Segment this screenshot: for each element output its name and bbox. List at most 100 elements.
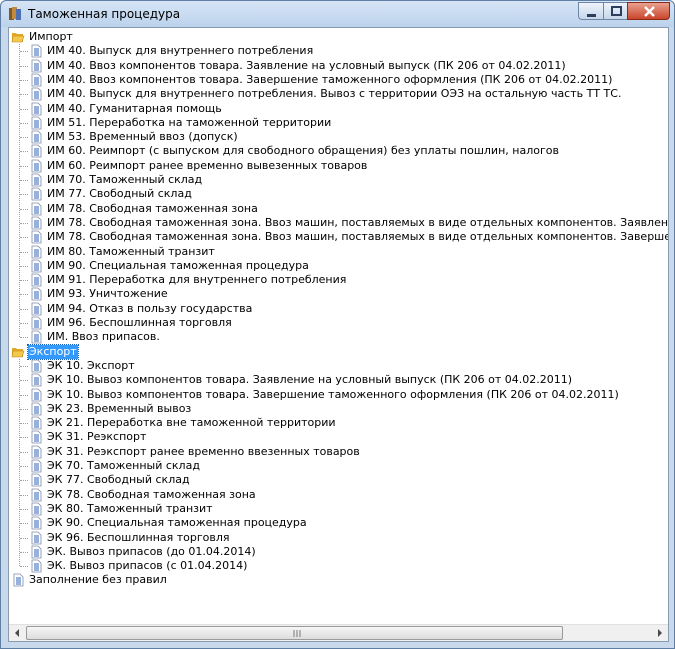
document-icon: [29, 445, 43, 459]
maximize-button[interactable]: [603, 2, 628, 20]
document-icon: [29, 531, 43, 545]
tree-item[interactable]: ЭК 10. Вывоз компонентов товара. Заявлен…: [9, 373, 668, 387]
tree-item[interactable]: ИМ 78. Свободная таможенная зона: [9, 202, 668, 216]
tree-item[interactable]: ЭК 70. Таможенный склад: [9, 459, 668, 473]
tree-item[interactable]: ИМ 91. Переработка для внутреннего потре…: [9, 273, 668, 287]
tree-connector-line: [20, 94, 28, 96]
document-icon: [29, 459, 43, 473]
folder-open-icon: [11, 30, 25, 44]
tree-connector-line: [20, 137, 28, 139]
tree-item[interactable]: ЭК 77. Свободный склад: [9, 473, 668, 487]
document-icon: [29, 502, 43, 516]
tree-item[interactable]: ИМ 40. Гуманитарная помощь: [9, 102, 668, 116]
tree-item[interactable]: ЭК 21. Переработка вне таможенной террит…: [9, 416, 668, 430]
tree-node-label: ЭК 78. Свободная таможенная зона: [47, 487, 256, 501]
tree-item[interactable]: ЭК 96. Беспошлинная торговля: [9, 531, 668, 545]
close-button[interactable]: [627, 2, 670, 20]
tree-node-label: ИМ 60. Реимпорт (с выпуском для свободно…: [47, 144, 559, 158]
tree-item[interactable]: ЭК 90. Специальная таможенная процедура: [9, 516, 668, 530]
tree-node-label: ЭК. Вывоз припасов (до 01.04.2014): [47, 544, 256, 558]
tree-connector-line: [20, 237, 28, 239]
tree-item[interactable]: ЭК 23. Временный вывоз: [9, 402, 668, 416]
client-area: Импорт ИМ 40. Выпуск для внутреннего потр…: [8, 27, 669, 642]
tree-item[interactable]: ИМ 40. Ввоз компонентов товара. Завершен…: [9, 73, 668, 87]
document-icon: [29, 173, 43, 187]
tree-connector-line: [20, 280, 28, 282]
tree-node-label: ИМ 96. Беспошлинная торговля: [47, 316, 232, 329]
tree-item[interactable]: ИМ 80. Таможенный транзит: [9, 245, 668, 259]
app-icon: [9, 7, 21, 20]
tree-item[interactable]: ИМ 77. Свободный склад: [9, 187, 668, 201]
tree-node-label: ИМ 77. Свободный склад: [47, 187, 192, 201]
tree-item[interactable]: ИМ 90. Специальная таможенная процедура: [9, 259, 668, 273]
tree-item[interactable]: ЭК 80. Таможенный транзит: [9, 502, 668, 516]
scroll-thumb[interactable]: [26, 626, 563, 640]
tree-node-label: ЭК 80. Таможенный транзит: [47, 501, 213, 515]
tree-item[interactable]: ИМ 40. Ввоз компонентов товара. Заявлени…: [9, 59, 668, 73]
document-icon: [29, 273, 43, 287]
tree-item[interactable]: ИМ 78. Свободная таможенная зона. Ввоз м…: [9, 230, 668, 244]
procedure-tree[interactable]: Импорт ИМ 40. Выпуск для внутреннего потр…: [9, 28, 668, 624]
tree-item[interactable]: ЭК 31. Реэкспорт ранее временно ввезенны…: [9, 445, 668, 459]
document-icon: [29, 216, 43, 230]
tree-item[interactable]: ЭК 78. Свободная таможенная зона: [9, 488, 668, 502]
tree-node-label: ИМ 60. Реимпорт ранее временно вывезенны…: [47, 158, 368, 172]
tree-connector-line: [20, 180, 28, 181]
tree-node-label: ИМ 91. Переработка для внутреннего потре…: [47, 273, 347, 287]
tree-group[interactable]: Импорт: [9, 30, 668, 44]
scroll-right-icon[interactable]: [651, 625, 668, 641]
document-icon: [29, 559, 43, 573]
tree-item[interactable]: ИМ 93. Уничтожение: [9, 287, 668, 301]
document-icon: [29, 287, 43, 301]
tree-item[interactable]: ИМ 96. Беспошлинная торговля: [9, 316, 668, 330]
tree-node-label: ИМ 70. Таможенный склад: [47, 173, 203, 186]
tree-item[interactable]: ИМ 78. Свободная таможенная зона. Ввоз м…: [9, 216, 668, 230]
tree-item[interactable]: ЭК 10. Экспорт: [9, 359, 668, 373]
tree-node-label: ИМ 40. Ввоз компонентов товара. Завершен…: [47, 72, 613, 86]
minimize-button[interactable]: [578, 2, 604, 20]
maximize-icon: [611, 6, 622, 16]
document-icon: [29, 330, 43, 344]
tree-connector-line: [19, 358, 20, 567]
tree-item[interactable]: ЭК 31. Реэкспорт: [9, 430, 668, 444]
tree-node-label: ИМ 90. Специальная таможенная процедура: [47, 258, 309, 272]
tree-item[interactable]: ИМ 60. Реимпорт (с выпуском для свободно…: [9, 144, 668, 158]
tree-node-label: ЭК 21. Переработка вне таможенной террит…: [47, 416, 336, 430]
tree-connector-line: [20, 365, 28, 367]
tree-node-label: ЭК 31. Реэкспорт ранее временно ввезенны…: [47, 444, 360, 458]
document-icon: [29, 144, 43, 158]
document-icon: [29, 87, 43, 101]
tree-item[interactable]: ИМ 94. Отказ в пользу государства: [9, 302, 668, 316]
document-icon: [29, 430, 43, 444]
scroll-left-icon[interactable]: [9, 625, 26, 641]
tree-node-label: Заполнение без правил: [29, 573, 167, 587]
tree-item[interactable]: ИМ 40. Выпуск для внутреннего потреблени…: [9, 87, 668, 101]
tree-connector-line: [20, 523, 28, 525]
tree-item[interactable]: ЭК. Вывоз припасов (до 01.04.2014): [9, 545, 668, 559]
tree-connector-line: [20, 451, 28, 453]
document-icon: [29, 373, 43, 387]
window-title: Таможенная процедура: [28, 7, 181, 21]
tree-node-label: ЭК 70. Таможенный склад: [47, 459, 200, 472]
tree-item[interactable]: ИМ. Ввоз припасов.: [9, 330, 668, 344]
horizontal-scrollbar[interactable]: [9, 624, 668, 641]
tree-item[interactable]: ИМ 53. Временный ввоз (допуск): [9, 130, 668, 144]
tree-item[interactable]: ЭК 10. Вывоз компонентов товара. Заверше…: [9, 388, 668, 402]
tree-node-label: ЭК 10. Вывоз компонентов товара. Заверше…: [47, 387, 619, 401]
title-bar[interactable]: Таможенная процедура: [1, 1, 674, 27]
document-icon: [29, 359, 43, 373]
tree-connector-line: [20, 537, 28, 539]
tree-item[interactable]: ИМ 60. Реимпорт ранее временно вывезенны…: [9, 159, 668, 173]
tree-node-label: ИМ 40. Выпуск для внутреннего потреблени…: [47, 44, 314, 58]
tree-item[interactable]: Заполнение без правил: [9, 573, 668, 587]
minimize-icon: [587, 14, 596, 17]
document-icon: [29, 402, 43, 416]
tree-item[interactable]: ИМ 51. Переработка на таможенной террито…: [9, 116, 668, 130]
tree-item[interactable]: ИМ 40. Выпуск для внутреннего потреблени…: [9, 44, 668, 58]
tree-item[interactable]: ЭК. Вывоз припасов (с 01.04.2014): [9, 559, 668, 573]
tree-group[interactable]: Экспорт: [9, 343, 668, 360]
document-icon: [29, 130, 43, 144]
dialog-window: Таможенная процедура Импорт ИМ 40. Выпуск…: [0, 0, 675, 649]
tree-node-label: ЭК 10. Экспорт: [47, 358, 135, 372]
tree-item[interactable]: ИМ 70. Таможенный склад: [9, 173, 668, 187]
